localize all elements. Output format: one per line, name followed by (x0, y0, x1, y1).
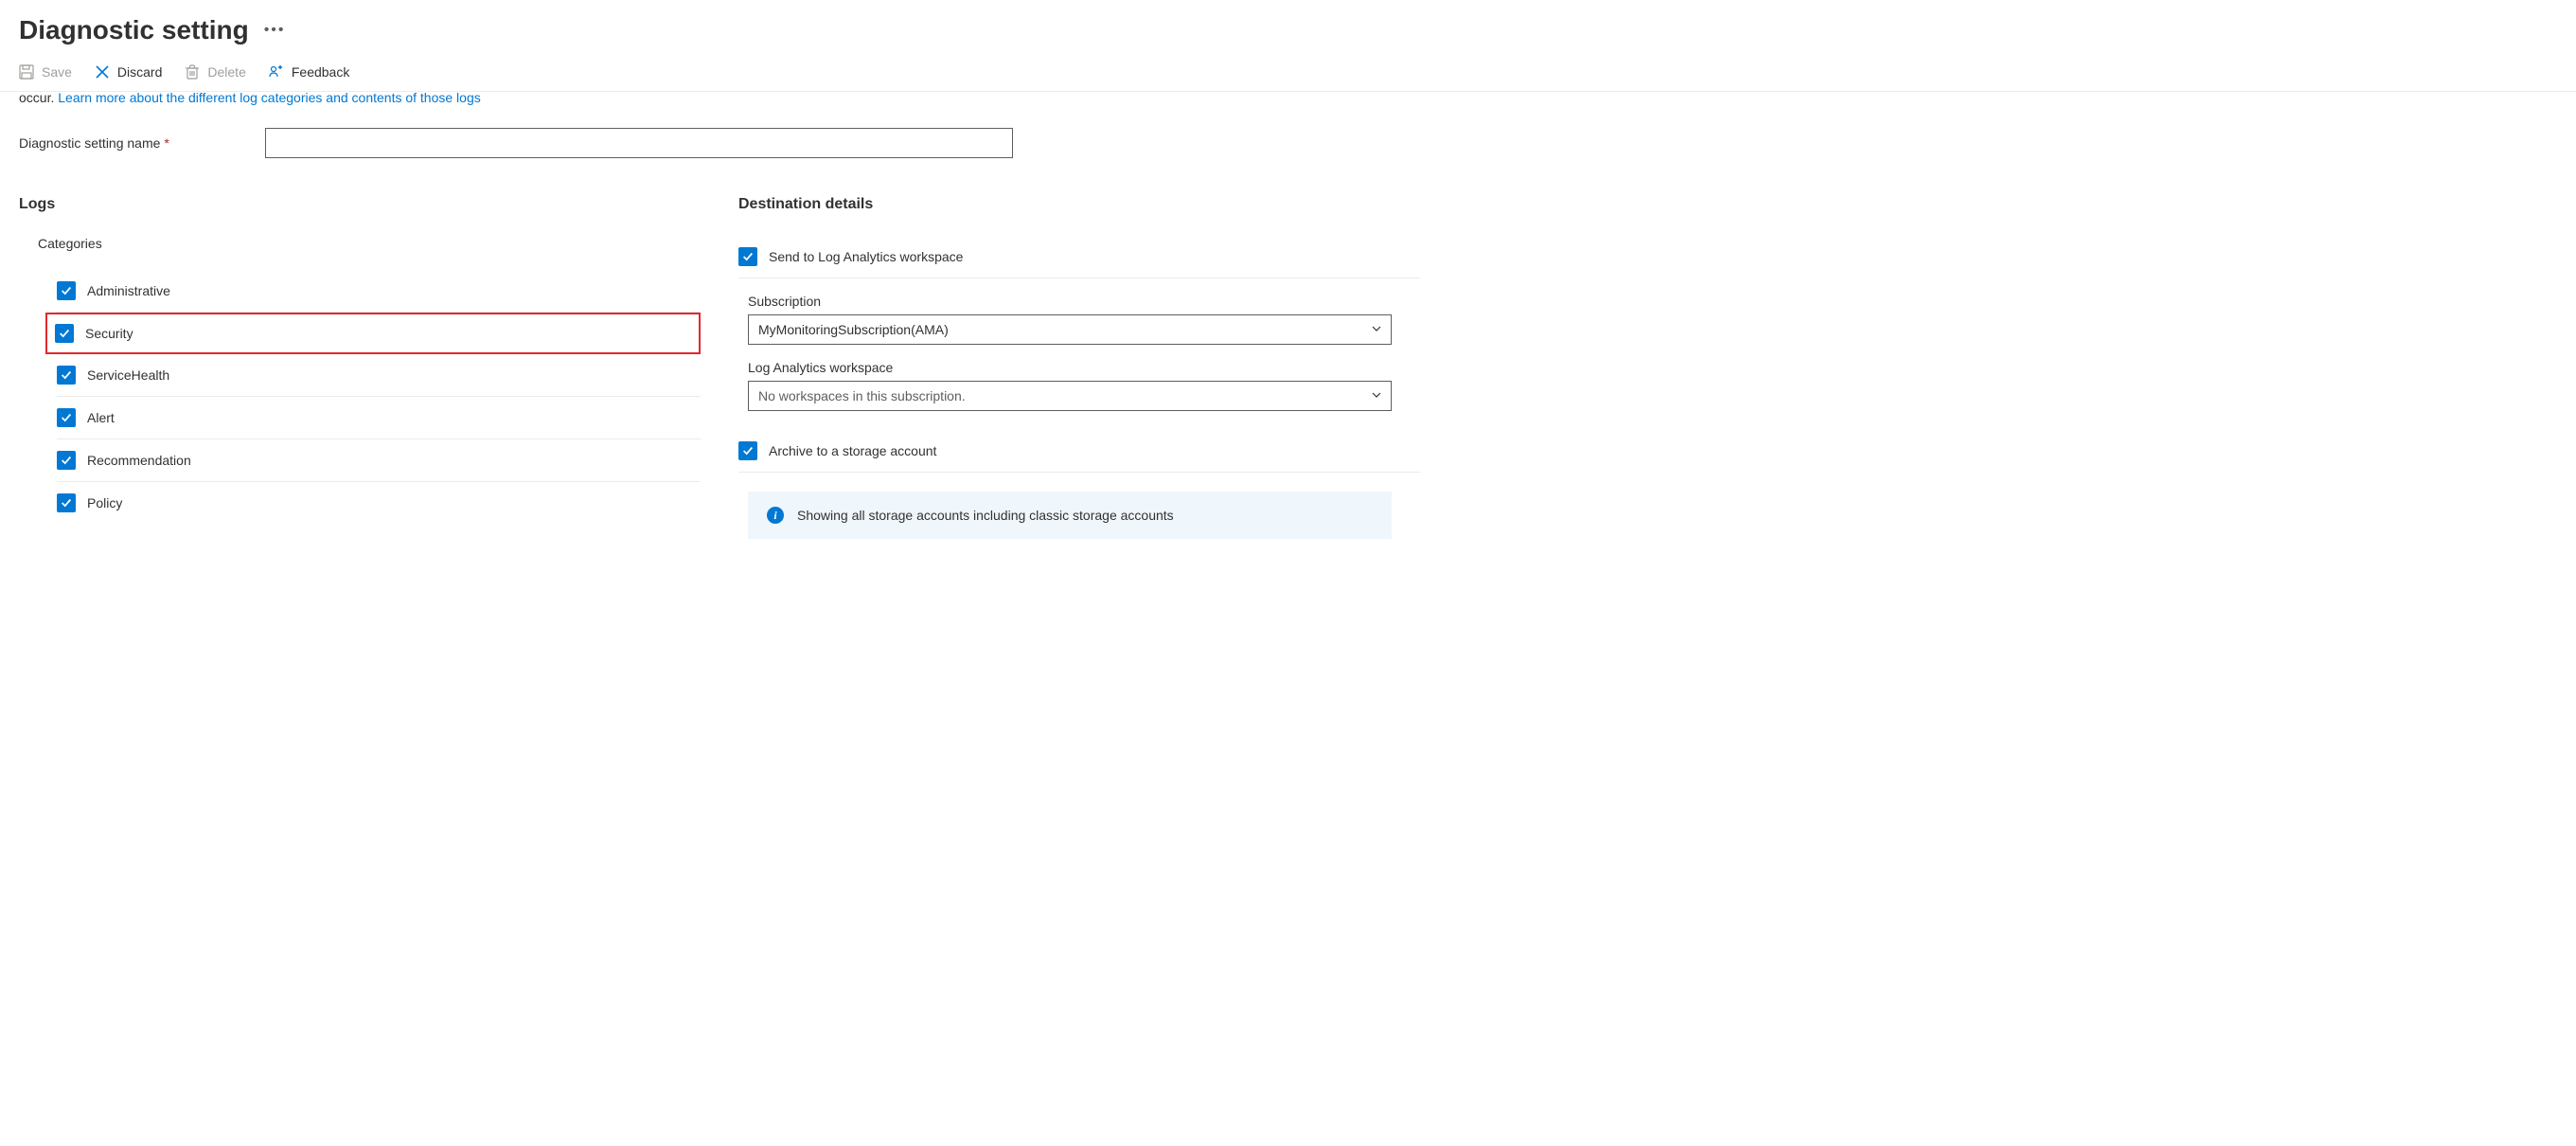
content-area: occur. Learn more about the different lo… (0, 90, 2576, 539)
intro-text: occur. Learn more about the different lo… (19, 90, 2557, 105)
logs-heading: Logs (19, 196, 701, 213)
category-item-servicehealth: ServiceHealth (57, 354, 701, 397)
category-label: Policy (87, 495, 122, 510)
delete-label: Delete (207, 64, 245, 80)
category-item-alert: Alert (57, 397, 701, 439)
checkbox-servicehealth[interactable] (57, 366, 76, 385)
feedback-label: Feedback (292, 64, 349, 80)
workspace-label: Log Analytics workspace (748, 360, 1420, 375)
save-button[interactable]: Save (19, 64, 72, 80)
subscription-label: Subscription (748, 294, 1420, 309)
category-label: Security (85, 326, 133, 341)
discard-button[interactable]: Discard (95, 64, 162, 80)
workspace-select[interactable]: No workspaces in this subscription. (748, 381, 1392, 411)
checkbox-send-law[interactable] (738, 247, 757, 266)
delete-button[interactable]: Delete (185, 64, 245, 80)
category-item-recommendation: Recommendation (57, 439, 701, 482)
info-banner: i Showing all storage accounts including… (748, 492, 1392, 539)
subscription-value: MyMonitoringSubscription(AMA) (758, 322, 949, 337)
diagnostic-setting-name-input[interactable] (265, 128, 1013, 158)
logs-column: Logs Categories Administrative Security (19, 196, 701, 539)
category-label: Recommendation (87, 453, 191, 468)
info-icon: i (767, 507, 784, 524)
info-text: Showing all storage accounts including c… (797, 508, 1174, 523)
checkbox-recommendation[interactable] (57, 451, 76, 470)
discard-icon (95, 64, 110, 80)
toolbar: Save Discard Delete (0, 53, 2576, 92)
subscription-field: Subscription MyMonitoringSubscription(AM… (748, 294, 1420, 345)
name-label: Diagnostic setting name * (19, 135, 208, 151)
dest-archive: Archive to a storage account (738, 430, 1420, 473)
intro-link[interactable]: Learn more about the different log categ… (58, 90, 480, 105)
discard-label: Discard (117, 64, 162, 80)
dest-send-law-label: Send to Log Analytics workspace (769, 249, 963, 264)
checkbox-administrative[interactable] (57, 281, 76, 300)
save-label: Save (42, 64, 72, 80)
destination-column: Destination details Send to Log Analytic… (738, 196, 1420, 539)
save-icon (19, 64, 34, 80)
dest-send-law: Send to Log Analytics workspace (738, 236, 1420, 278)
category-label: Alert (87, 410, 115, 425)
dest-archive-label: Archive to a storage account (769, 443, 936, 458)
feedback-button[interactable]: Feedback (269, 64, 349, 80)
feedback-icon (269, 64, 284, 80)
required-indicator: * (164, 135, 169, 151)
categories-subheading: Categories (38, 236, 701, 251)
workspace-field: Log Analytics workspace No workspaces in… (748, 360, 1420, 411)
intro-prefix: occur. (19, 90, 58, 105)
subscription-select[interactable]: MyMonitoringSubscription(AMA) (748, 314, 1392, 345)
checkbox-security[interactable] (55, 324, 74, 343)
category-list: Administrative Security ServiceHealth (57, 270, 701, 524)
page-header: Diagnostic setting ••• (0, 0, 2576, 53)
category-item-policy: Policy (57, 482, 701, 524)
name-label-text: Diagnostic setting name (19, 135, 160, 151)
category-label: Administrative (87, 283, 170, 298)
category-label: ServiceHealth (87, 367, 169, 383)
category-item-administrative: Administrative (57, 270, 701, 313)
more-icon[interactable]: ••• (264, 22, 286, 39)
page-title: Diagnostic setting (19, 15, 249, 45)
checkbox-alert[interactable] (57, 408, 76, 427)
destination-heading: Destination details (738, 196, 1420, 213)
checkbox-archive[interactable] (738, 441, 757, 460)
workspace-placeholder: No workspaces in this subscription. (758, 388, 966, 403)
name-row: Diagnostic setting name * (19, 128, 2557, 158)
checkbox-policy[interactable] (57, 493, 76, 512)
category-item-security: Security (45, 313, 701, 354)
delete-icon (185, 64, 200, 80)
